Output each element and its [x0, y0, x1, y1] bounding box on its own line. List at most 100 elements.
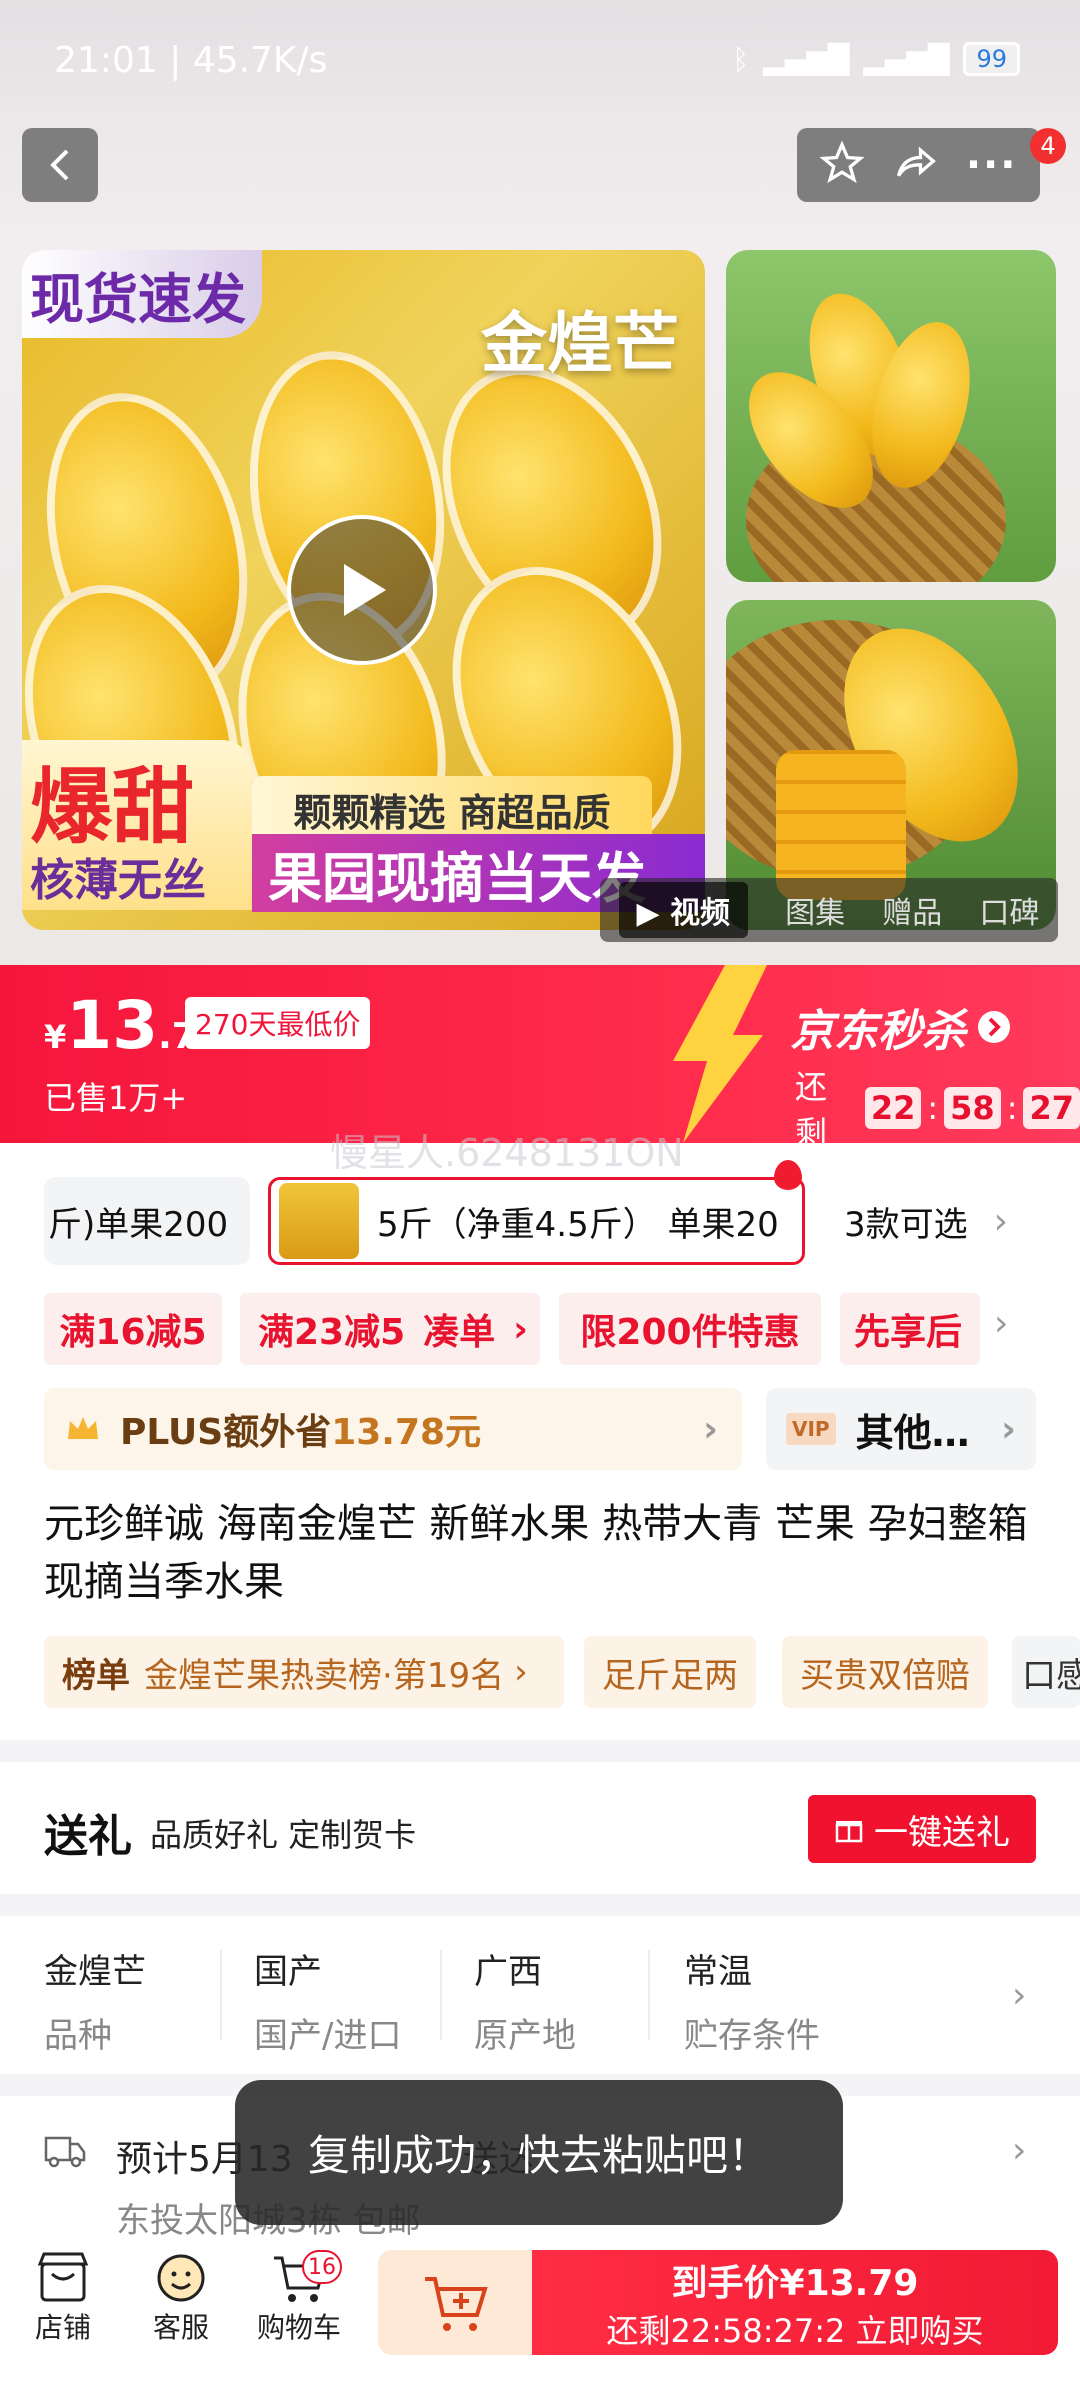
price-currency: ¥ [44, 1018, 67, 1056]
instock-tag: 现货速发 [22, 250, 262, 338]
toast-message: 复制成功，快去粘贴吧！ [235, 2080, 843, 2225]
burst-label-box: 爆甜 核薄无丝 [22, 740, 252, 910]
play-icon[interactable] [287, 515, 437, 665]
add-cart-icon [425, 2276, 488, 2331]
countdown-minutes: 58 [944, 1087, 1001, 1129]
spec-selected-label: 5斤（净重4.5斤） 单果20 [377, 1204, 779, 1245]
shop-icon [37, 2252, 89, 2302]
thumbnail-basket[interactable] [726, 250, 1056, 582]
add-to-cart-button[interactable] [378, 2250, 534, 2355]
service-button[interactable]: 客服 [126, 2250, 236, 2346]
rank-tag-label: 榜单 [62, 1655, 130, 1696]
seckill-link[interactable]: 京东秒杀 [790, 995, 1012, 1059]
plus-label: PLUS额外省 [120, 1412, 332, 1453]
burst-subtitle: 核薄无丝 [30, 855, 206, 906]
buy-price-label: 到手价¥13.79 [671, 2262, 919, 2304]
notification-badge: 4 [1030, 128, 1066, 164]
delivery-more-icon[interactable]: › [1012, 2130, 1026, 2171]
coupon-2-label: 满23减5 [258, 1312, 406, 1353]
chevron-right-icon: › [703, 1408, 718, 1450]
plus-amount: 13.78元 [331, 1412, 482, 1453]
status-icons: ᛒ ▂▄▆█ ▂▄▆█ 99 [732, 42, 1020, 76]
coupon-4[interactable]: 先享后 [840, 1293, 980, 1365]
image-title: 金煌芒 [481, 305, 679, 382]
seckill-label: 京东秒杀 [790, 1006, 966, 1057]
vip-other[interactable]: VIP 其他… › [766, 1388, 1036, 1470]
sold-count: 已售1万+ [44, 1079, 188, 1117]
chevron-right-icon: › [514, 1652, 528, 1692]
favorite-button[interactable] [818, 140, 865, 189]
attributes-more-icon[interactable]: › [1012, 1975, 1026, 2016]
gift-button-label: 一键送礼 [874, 1812, 1010, 1853]
signal-icon: ▂▄▆█ [763, 42, 850, 76]
attr-variety-key: 品种 [44, 2016, 112, 2056]
attr-origin-key: 原产地 [474, 2016, 576, 2056]
chevron-right-icon: › [1001, 1408, 1016, 1450]
header-actions: ··· [797, 128, 1040, 202]
gift-subtitle: 品质好礼 定制贺卡 [150, 1816, 417, 1854]
spec-more-label: 3款可选 [844, 1204, 968, 1245]
price-integer: 13 [66, 987, 159, 1064]
spec-option-prev[interactable]: 斤)单果200 [44, 1177, 250, 1265]
tab-gallery[interactable]: 图集 [785, 888, 845, 932]
tab-video-label: 视频 [670, 896, 731, 931]
spec-thumbnail [279, 1183, 359, 1259]
spec-option-selected[interactable]: 5斤（净重4.5斤） 单果20 [268, 1177, 805, 1265]
shop-button[interactable]: 店铺 [8, 2250, 118, 2346]
more-button[interactable]: ··· [966, 142, 1018, 188]
watermark: 慢星人.6248131ON [330, 1131, 684, 1175]
countdown: 还剩 22: 58: 27 [795, 1062, 1080, 1154]
coupon-2[interactable]: 满23减5 凑单 › [240, 1293, 540, 1365]
gift-button[interactable]: 一键送礼 [808, 1795, 1036, 1863]
cart-count-badge: 16 [302, 2250, 342, 2284]
service-label: 客服 [152, 2311, 209, 2344]
bluetooth-icon: ᛒ [732, 42, 750, 76]
instock-tag-text: 现货速发 [30, 267, 246, 331]
shop-label: 店铺 [34, 2311, 91, 2344]
divider [648, 1950, 650, 2040]
attr-storage-value: 常温 [684, 1952, 752, 1992]
tab-reviews[interactable]: 口碑 [979, 888, 1039, 932]
coupon-more-icon[interactable]: › [994, 1303, 1008, 1344]
truck-icon [44, 2136, 86, 2168]
vip-icon: VIP [786, 1413, 836, 1445]
section-divider [0, 1740, 1080, 1762]
divider [220, 1950, 222, 2040]
lowest-price-tag: 270天最低价 [185, 997, 371, 1049]
countdown-hours: 22 [864, 1087, 922, 1129]
section-divider [0, 1894, 1080, 1916]
vip-label: 其他… [855, 1410, 970, 1455]
rank-tag-text: 金煌芒果热卖榜·第19名 [144, 1655, 505, 1696]
gift-icon [835, 1821, 863, 1843]
media-tabs: ▶ 视频 图集 赠品 口碑 [600, 878, 1058, 942]
coupon-1[interactable]: 满16减5 [44, 1293, 222, 1365]
attr-variety-value: 金煌芒 [44, 1952, 146, 1992]
chevron-right-icon: › [993, 1200, 1009, 1242]
star-icon [818, 140, 865, 184]
attr-origin-type-value: 国产 [254, 1952, 322, 1992]
lightning-icon [673, 965, 767, 1143]
battery-icon: 99 [963, 42, 1020, 76]
share-button[interactable] [893, 141, 937, 189]
tag-double-refund: 买贵双倍赔 [782, 1636, 988, 1708]
attr-storage-key: 贮存条件 [684, 2016, 820, 2056]
hot-icon [774, 1160, 802, 1190]
share-icon [896, 146, 936, 177]
plus-savings[interactable]: PLUS额外省 13.78元 › [44, 1388, 742, 1470]
product-title: 元珍鲜诚 海南金煌芒 新鲜水果 热带大青 芒果 孕妇整箱现摘当季水果 [44, 1501, 1028, 1605]
burst-title: 爆甜 [30, 760, 195, 855]
back-icon [50, 149, 69, 181]
coupon-3[interactable]: 限200件特惠 [559, 1293, 821, 1365]
crown-icon [68, 1417, 98, 1439]
cart-label: 购物车 [256, 2311, 341, 2344]
service-icon [157, 2254, 205, 2302]
spec-more-button[interactable]: 3款可选 › [844, 1177, 1044, 1265]
tab-gifts[interactable]: 赠品 [882, 888, 942, 932]
buy-now-button[interactable]: 到手价¥13.79 还剩22:58:27:2 立即购买 [532, 2250, 1058, 2355]
back-button[interactable] [22, 128, 98, 202]
tab-video[interactable]: ▶ 视频 [618, 882, 749, 938]
main-product-image[interactable]: 现货速发 金煌芒 爆甜 核薄无丝 颗颗精选 商超品质 果园现摘当天发 [22, 250, 705, 930]
countdown-label: 还剩 [795, 1068, 828, 1152]
status-bar: 21:01 | 45.7K/s ᛒ ▂▄▆█ ▂▄▆█ 99 [0, 0, 1080, 120]
rank-tag[interactable]: 榜单 金煌芒果热卖榜·第19名 › [44, 1636, 564, 1708]
